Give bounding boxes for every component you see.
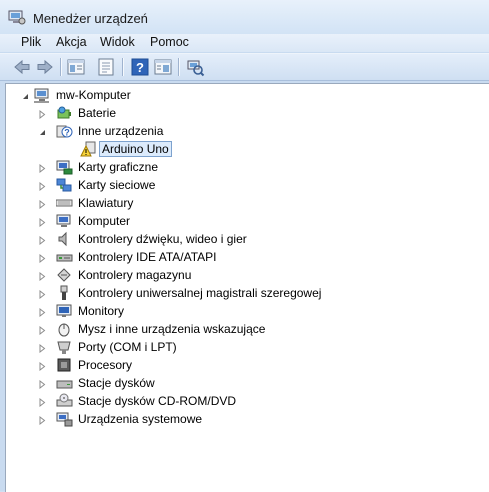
tree-item-label: Kontrolery magazynu bbox=[78, 268, 192, 282]
storage-controller-icon bbox=[56, 267, 73, 283]
network-adapter-icon bbox=[56, 177, 73, 193]
cdrom-icon bbox=[56, 393, 73, 409]
warning-device-icon bbox=[80, 141, 97, 157]
expand-icon[interactable] bbox=[38, 180, 47, 192]
mouse-icon bbox=[56, 321, 73, 337]
tree-item-label: Komputer bbox=[78, 214, 131, 228]
expand-icon[interactable] bbox=[38, 324, 47, 336]
computer-icon bbox=[56, 213, 73, 229]
svg-text:?: ? bbox=[64, 128, 70, 138]
expand-icon[interactable] bbox=[38, 252, 47, 264]
toolbar-separator bbox=[122, 58, 123, 76]
tree-item-label: Kontrolery uniwersalnej magistrali szere… bbox=[78, 286, 322, 300]
tree-item-label: Klawiatury bbox=[78, 196, 134, 210]
speaker-icon bbox=[56, 231, 73, 247]
disk-drive-icon bbox=[56, 375, 73, 391]
expand-icon[interactable] bbox=[38, 234, 47, 246]
scan-hardware-icon[interactable] bbox=[185, 57, 205, 77]
tree-category-item[interactable]: Kontrolery dźwięku, wideo i gier bbox=[6, 230, 486, 248]
expand-icon[interactable] bbox=[38, 198, 47, 210]
tree-item-label: Karty graficzne bbox=[78, 160, 159, 174]
forward-icon[interactable] bbox=[35, 57, 55, 77]
expand-icon[interactable] bbox=[38, 378, 47, 390]
menu-plik[interactable]: Plik bbox=[19, 35, 43, 49]
expand-icon[interactable] bbox=[38, 162, 47, 174]
svg-text:?: ? bbox=[136, 60, 144, 75]
tree-item-label: Stacje dysków CD-ROM/DVD bbox=[78, 394, 237, 408]
tree-category-item[interactable]: Stacje dysków bbox=[6, 374, 486, 392]
tree-category-item[interactable]: ? Inne urządzenia bbox=[6, 122, 486, 140]
expand-icon[interactable] bbox=[38, 414, 47, 426]
tree-category-item[interactable]: Baterie bbox=[6, 104, 486, 122]
expand-icon[interactable] bbox=[38, 288, 47, 300]
tree-item-label: Kontrolery dźwięku, wideo i gier bbox=[78, 232, 247, 246]
monitor-icon bbox=[56, 303, 73, 319]
help-icon[interactable]: ? bbox=[130, 57, 150, 77]
tree-category-item[interactable]: Porty (COM i LPT) bbox=[6, 338, 486, 356]
toolbar-separator bbox=[178, 58, 179, 76]
display-adapter-icon bbox=[56, 159, 73, 175]
device-manager-window: Menedżer urządzeń Plik Akcja Widok Pomoc… bbox=[0, 0, 489, 492]
tree-category-item[interactable]: Urządzenia systemowe bbox=[6, 410, 486, 428]
ide-controller-icon bbox=[56, 249, 73, 265]
device-tree: mw-Komputer Baterie? Inne urządzenia Ardui… bbox=[5, 83, 489, 492]
title-bar[interactable]: Menedżer urządzeń bbox=[0, 0, 489, 35]
expand-icon[interactable] bbox=[38, 216, 47, 228]
tree-category-item[interactable]: Karty sieciowe bbox=[6, 176, 486, 194]
expand-icon[interactable] bbox=[38, 342, 47, 354]
tree-item-label: Arduino Uno bbox=[99, 141, 172, 157]
expand-icon[interactable] bbox=[38, 360, 47, 372]
keyboard-icon bbox=[55, 195, 73, 211]
tree-item-label: Porty (COM i LPT) bbox=[78, 340, 177, 354]
tree-category-item[interactable]: Procesory bbox=[6, 356, 486, 374]
tree-item-label: Stacje dysków bbox=[78, 376, 155, 390]
battery-icon bbox=[56, 105, 73, 121]
tree-item-label: Baterie bbox=[78, 106, 117, 120]
expand-icon[interactable] bbox=[38, 108, 47, 120]
collapse-icon[interactable] bbox=[38, 126, 47, 135]
tree-category-item[interactable]: Mysz i inne urządzenia wskazujące bbox=[6, 320, 486, 338]
system-devices-icon bbox=[56, 411, 73, 427]
tree-child-item[interactable]: Arduino Uno bbox=[6, 140, 486, 158]
device-manager-icon bbox=[8, 10, 26, 25]
tree-category-item[interactable]: Stacje dysków CD-ROM/DVD bbox=[6, 392, 486, 410]
tree-category-item[interactable]: Klawiatury bbox=[6, 194, 486, 212]
menu-widok[interactable]: Widok bbox=[98, 35, 137, 49]
usb-icon bbox=[56, 285, 73, 301]
processor-icon bbox=[56, 357, 73, 373]
toolbar-separator bbox=[60, 58, 61, 76]
tree-category-item[interactable]: Komputer bbox=[6, 212, 486, 230]
tree-item-label: Monitory bbox=[78, 304, 125, 318]
tree-category-item[interactable]: Monitory bbox=[6, 302, 486, 320]
toolbar: ? bbox=[0, 53, 489, 81]
collapse-icon[interactable] bbox=[21, 90, 30, 99]
tree-category-item[interactable]: Kontrolery uniwersalnej magistrali szere… bbox=[6, 284, 486, 302]
details-icon[interactable] bbox=[153, 57, 173, 77]
tree-category-item[interactable]: Karty graficzne bbox=[6, 158, 486, 176]
tree-view-icon[interactable] bbox=[66, 57, 86, 77]
window-title: Menedżer urządzeń bbox=[33, 11, 148, 26]
tree-item-label: Inne urządzenia bbox=[78, 124, 164, 138]
tree-root-label: mw-Komputer bbox=[56, 88, 131, 102]
properties-icon[interactable] bbox=[96, 57, 116, 77]
menu-pomoc[interactable]: Pomoc bbox=[148, 35, 191, 49]
tree-root[interactable]: mw-Komputer bbox=[6, 86, 486, 104]
tree-category-item[interactable]: Kontrolery magazynu bbox=[6, 266, 486, 284]
tree-item-label: Kontrolery IDE ATA/ATAPI bbox=[78, 250, 217, 264]
expand-icon[interactable] bbox=[38, 306, 47, 318]
expand-icon[interactable] bbox=[38, 270, 47, 282]
port-icon bbox=[56, 339, 73, 355]
menu-akcja[interactable]: Akcja bbox=[54, 35, 89, 49]
tree-item-label: Karty sieciowe bbox=[78, 178, 156, 192]
tree-category-item[interactable]: Kontrolery IDE ATA/ATAPI bbox=[6, 248, 486, 266]
unknown-device-icon: ? bbox=[56, 123, 73, 139]
expand-icon[interactable] bbox=[38, 396, 47, 408]
menu-bar: Plik Akcja Widok Pomoc bbox=[0, 34, 489, 52]
tree-item-label: Mysz i inne urządzenia wskazujące bbox=[78, 322, 266, 336]
tree-item-label: Urządzenia systemowe bbox=[78, 412, 203, 426]
back-icon[interactable] bbox=[12, 57, 32, 77]
computer-icon bbox=[34, 87, 51, 103]
tree-item-label: Procesory bbox=[78, 358, 133, 372]
